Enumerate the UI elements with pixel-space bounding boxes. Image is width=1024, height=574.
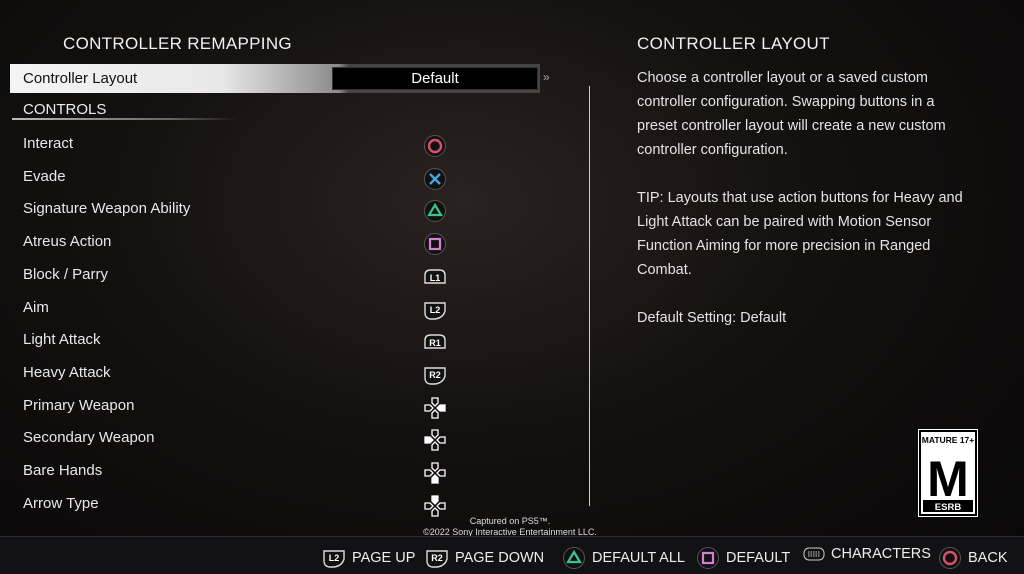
L2-button-icon: L2 xyxy=(322,546,346,570)
controller-layout-selector[interactable]: Controller Layout Default xyxy=(10,64,540,93)
section-header-controls: CONTROLS xyxy=(23,101,107,118)
control-row[interactable]: Bare Hands xyxy=(23,462,453,484)
dpad-down-button-icon xyxy=(423,461,447,485)
L1-button-icon: L1 xyxy=(423,265,447,289)
footer-action-default-all[interactable]: DEFAULT ALL xyxy=(562,546,685,570)
description-panel: Choose a controller layout or a saved cu… xyxy=(637,66,967,354)
triangle-button-icon xyxy=(562,546,586,570)
svg-text:L2: L2 xyxy=(430,305,441,315)
cross-button-icon xyxy=(423,167,447,191)
triangle-button-icon xyxy=(423,199,447,223)
control-row[interactable]: Interact xyxy=(23,135,453,157)
default-setting-text: Default Setting: Default xyxy=(637,310,787,326)
control-row[interactable]: Evade xyxy=(23,167,453,191)
footer-action-label: BACK xyxy=(968,550,1008,566)
footer-action-characters[interactable]: CHARACTERS xyxy=(803,546,931,562)
svg-text:L1: L1 xyxy=(430,273,441,283)
control-row[interactable]: Signature Weapon Ability xyxy=(23,199,453,223)
footer-action-back[interactable]: BACK xyxy=(938,546,1008,570)
capture-notice: Captured on PS5™. xyxy=(469,516,551,526)
footer-legend: L2 PAGE UP R2 PAGE DOWN DEFAULT ALL DEFAULT CH… xyxy=(0,536,1024,574)
control-row[interactable]: Primary Weapon xyxy=(23,397,453,419)
section-divider xyxy=(12,118,237,120)
control-label: Primary Weapon xyxy=(23,396,135,414)
scrollbar[interactable] xyxy=(589,86,590,506)
footer-action-default[interactable]: DEFAULT xyxy=(696,546,790,570)
touchpad-button-icon xyxy=(803,546,825,562)
control-label: Atreus Action xyxy=(23,233,112,251)
esrb-rating-logo: MATURE 17+ M ESRB xyxy=(918,429,978,517)
description-title: CONTROLLER LAYOUT xyxy=(637,34,830,53)
control-label: Block / Parry xyxy=(23,265,109,283)
control-row[interactable]: Secondary Weapon xyxy=(23,429,453,451)
svg-text:L2: L2 xyxy=(329,553,340,563)
dpad-up-button-icon xyxy=(423,494,447,518)
footer-action-label: PAGE DOWN xyxy=(455,550,545,566)
control-label: Bare Hands xyxy=(23,462,103,479)
R1-button-icon: R1 xyxy=(423,330,447,354)
R2-button-icon: R2 xyxy=(425,546,449,570)
control-row[interactable]: Arrow Type xyxy=(23,495,453,517)
svg-text:R2: R2 xyxy=(431,553,443,563)
control-row[interactable]: Heavy Attack R2 xyxy=(23,364,453,386)
control-label: Arrow Type xyxy=(23,494,99,512)
control-label: Interact xyxy=(23,135,74,152)
control-row[interactable]: Light Attack R1 xyxy=(23,331,453,353)
footer-action-label: PAGE UP xyxy=(352,550,416,566)
control-label: Heavy Attack xyxy=(23,363,111,381)
svg-text:R1: R1 xyxy=(429,338,441,348)
footer-action-label: DEFAULT ALL xyxy=(592,550,685,566)
control-label: Signature Weapon Ability xyxy=(23,200,191,218)
dpad-right-button-icon xyxy=(423,396,447,420)
control-label: Evade xyxy=(23,167,66,185)
description-text: Choose a controller layout or a saved cu… xyxy=(637,70,946,158)
footer-action-label: CHARACTERS xyxy=(831,546,931,562)
footer-action-label: DEFAULT xyxy=(726,550,791,566)
footer-action-page-up[interactable]: L2 PAGE UP xyxy=(322,546,415,570)
control-label: Aim xyxy=(23,298,49,316)
page-title: CONTROLLER REMAPPING xyxy=(63,34,292,53)
R2-button-icon: R2 xyxy=(423,363,447,387)
control-row[interactable]: Aim L2 xyxy=(23,299,453,321)
control-label: Secondary Weapon xyxy=(23,429,155,447)
dpad-left-button-icon xyxy=(423,428,447,452)
controller-layout-value[interactable]: Default xyxy=(332,67,538,90)
tip-text: TIP: Layouts that use action buttons for… xyxy=(637,190,963,278)
circle-button-icon xyxy=(938,546,962,570)
svg-text:MATURE 17+: MATURE 17+ xyxy=(922,435,975,445)
svg-text:M: M xyxy=(927,451,969,507)
square-button-icon xyxy=(423,232,447,256)
control-label: Light Attack xyxy=(23,331,101,349)
L2-button-icon: L2 xyxy=(423,298,447,322)
footer-action-page-down[interactable]: R2 PAGE DOWN xyxy=(425,546,544,570)
square-button-icon xyxy=(696,546,720,570)
next-option-icon[interactable]: » xyxy=(543,70,550,84)
control-row[interactable]: Atreus Action xyxy=(23,232,453,256)
svg-text:ESRB: ESRB xyxy=(935,502,962,513)
circle-button-icon xyxy=(423,134,447,158)
svg-text:R2: R2 xyxy=(429,370,441,380)
control-row[interactable]: Block / Parry L1 xyxy=(23,266,453,288)
controller-layout-label: Controller Layout xyxy=(23,70,138,87)
